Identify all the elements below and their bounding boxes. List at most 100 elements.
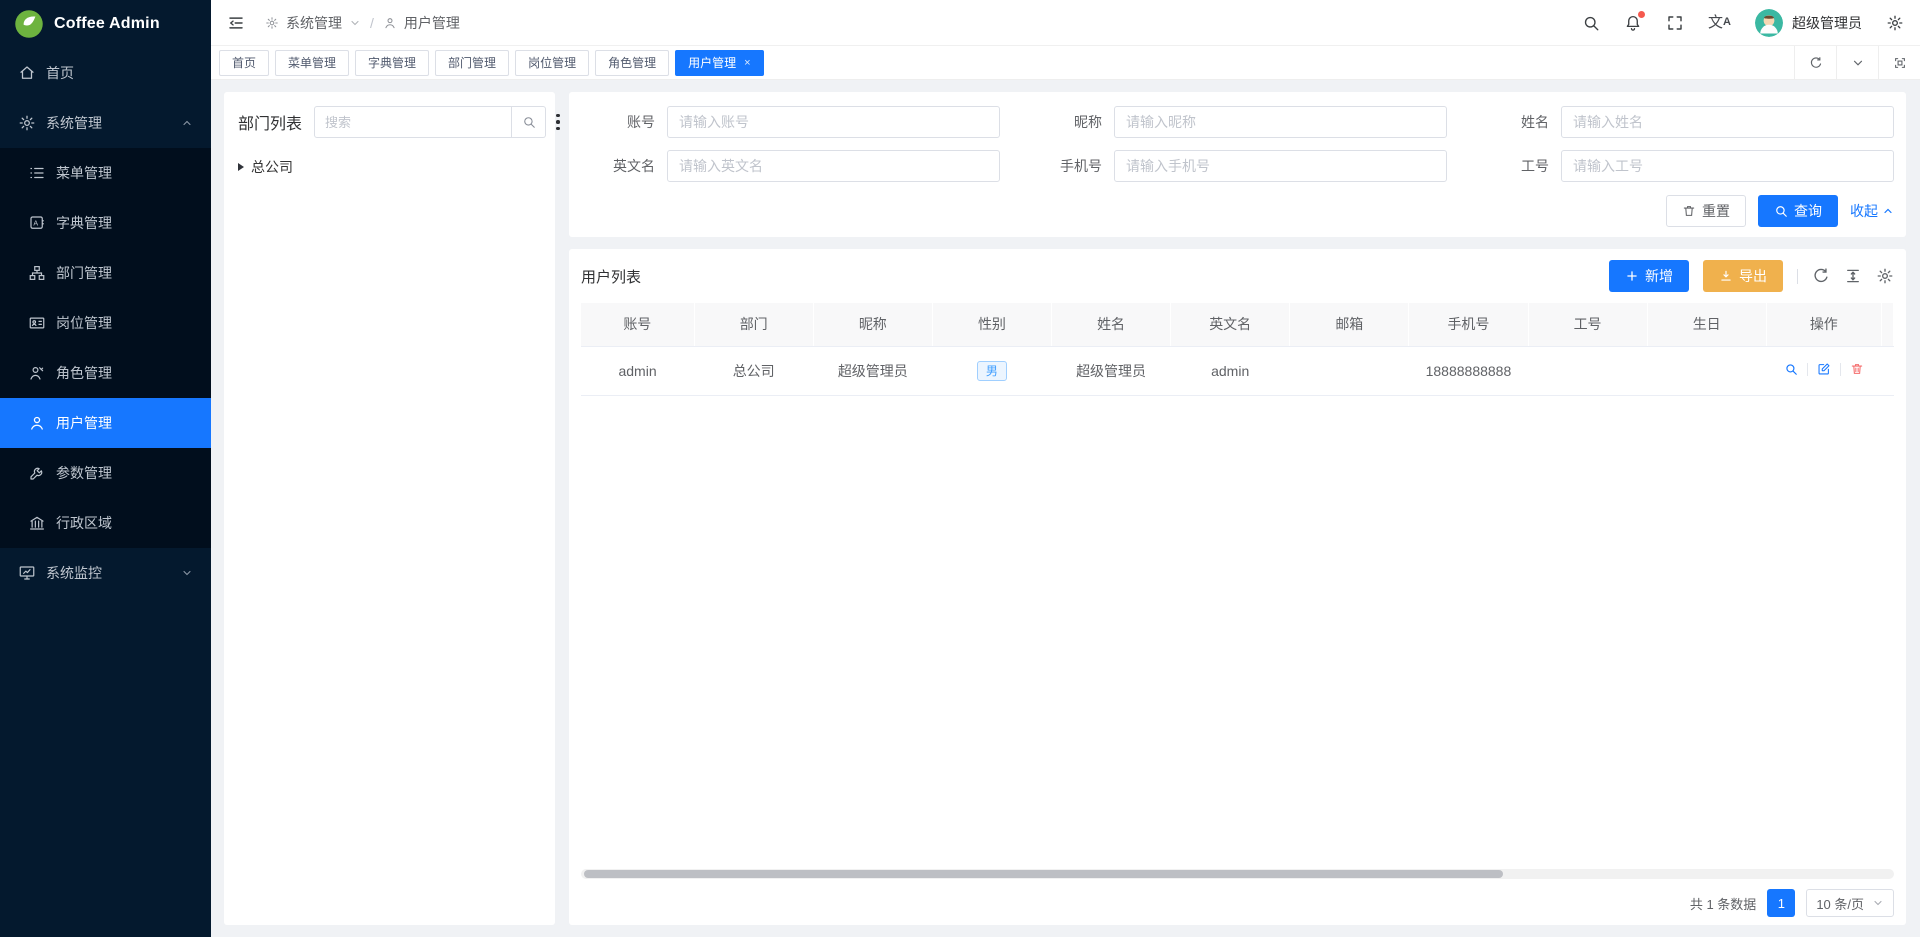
export-button[interactable]: 导出 <box>1703 260 1783 292</box>
view-icon[interactable] <box>1784 362 1798 376</box>
action-divider <box>1807 363 1808 376</box>
cell-birthday <box>1647 346 1766 395</box>
chevron-down-icon[interactable] <box>1836 46 1878 80</box>
column-header-nickname[interactable]: 昵称 <box>813 303 932 346</box>
department-search-input[interactable] <box>314 106 512 138</box>
tab-label: 用户管理 <box>688 54 736 71</box>
cell-department: 总公司 <box>694 346 813 395</box>
column-header-department[interactable]: 部门 <box>694 303 813 346</box>
app-logo-text: Coffee Admin <box>54 15 160 33</box>
row-height-icon[interactable] <box>1844 267 1862 285</box>
sidebar-group-monitor[interactable]: 系统监控 <box>0 548 211 598</box>
sidebar-item-role-mgmt[interactable]: 角色管理 <box>0 348 211 398</box>
breadcrumb-level1[interactable]: 系统管理 <box>286 13 342 33</box>
notification-badge <box>1638 11 1645 18</box>
collapse-form-link[interactable]: 收起 <box>1850 201 1894 221</box>
query-button[interactable]: 查询 <box>1758 195 1838 227</box>
app-logo: Coffee Admin <box>0 0 211 48</box>
translate-icon[interactable]: 文A <box>1708 15 1731 30</box>
sidebar-item-label: 用户管理 <box>56 413 112 433</box>
pagination-page-1[interactable]: 1 <box>1767 889 1795 917</box>
edit-icon[interactable] <box>1817 362 1831 376</box>
notifications-button[interactable] <box>1624 14 1642 32</box>
account-input[interactable] <box>667 106 1000 138</box>
more-options-icon[interactable] <box>556 114 560 131</box>
column-header-birthday[interactable]: 生日 <box>1647 303 1766 346</box>
close-icon[interactable]: × <box>744 57 750 69</box>
add-user-button[interactable]: 新增 <box>1609 260 1689 292</box>
tab-post-mgmt[interactable]: 岗位管理 <box>515 50 589 76</box>
row-actions <box>1784 362 1864 376</box>
user-name: 超级管理员 <box>1792 13 1862 33</box>
department-search-button[interactable] <box>512 106 546 138</box>
monitor-icon <box>18 564 36 582</box>
column-settings-gear-icon[interactable] <box>1876 267 1894 285</box>
horizontal-scrollbar[interactable] <box>581 869 1894 879</box>
gear-icon[interactable] <box>1886 14 1904 32</box>
name-input[interactable] <box>1561 106 1894 138</box>
main-content: 部门列表 总公司 账号 <box>211 80 1920 937</box>
page-size-select[interactable]: 10 条/页 <box>1806 889 1894 917</box>
id-card-icon <box>28 314 46 332</box>
avatar <box>1755 9 1783 37</box>
column-header-name[interactable]: 姓名 <box>1052 303 1171 346</box>
header-actions: 文A 超级管理员 <box>1582 9 1904 37</box>
sidebar-group-system[interactable]: 系统管理 <box>0 98 211 148</box>
tab-user-mgmt[interactable]: 用户管理 × <box>675 50 763 76</box>
chevron-down-icon[interactable] <box>349 17 361 29</box>
table-row[interactable]: admin 总公司 超级管理员 男 超级管理员 admin 1888888888… <box>581 346 1894 395</box>
department-tree: 总公司 <box>238 154 541 180</box>
maximize-icon[interactable] <box>1878 46 1920 80</box>
toolbar-divider <box>1797 269 1798 284</box>
cell-actions <box>1766 346 1881 395</box>
sidebar-item-menu-mgmt[interactable]: 菜单管理 <box>0 148 211 198</box>
gear-icon <box>265 16 279 30</box>
sidebar-item-label: 字典管理 <box>56 213 112 233</box>
tab-dict-mgmt[interactable]: 字典管理 <box>355 50 429 76</box>
column-header-english-name[interactable]: 英文名 <box>1171 303 1290 346</box>
field-label: 工号 <box>1475 156 1561 176</box>
caret-right-icon[interactable] <box>238 163 244 171</box>
english-name-input[interactable] <box>667 150 1000 182</box>
tab-dept-mgmt[interactable]: 部门管理 <box>435 50 509 76</box>
list-icon <box>28 164 46 182</box>
sidebar-item-dict-mgmt[interactable]: A 字典管理 <box>0 198 211 248</box>
sidebar-item-post-mgmt[interactable]: 岗位管理 <box>0 298 211 348</box>
refresh-icon[interactable] <box>1794 46 1836 80</box>
user-table: 账号 部门 昵称 性别 姓名 英文名 邮箱 手机号 工号 生日 操作 <box>581 303 1894 396</box>
nickname-input[interactable] <box>1114 106 1447 138</box>
column-header-phone[interactable]: 手机号 <box>1409 303 1528 346</box>
refresh-icon[interactable] <box>1812 267 1830 285</box>
tab-role-mgmt[interactable]: 角色管理 <box>595 50 669 76</box>
search-form-actions: 重置 查询 收起 <box>581 195 1894 227</box>
fullscreen-icon[interactable] <box>1666 14 1684 32</box>
collapse-sidebar-icon[interactable] <box>227 14 245 32</box>
delete-icon[interactable] <box>1850 362 1864 376</box>
cell-gender: 男 <box>932 346 1051 395</box>
sidebar-item-param-mgmt[interactable]: 参数管理 <box>0 448 211 498</box>
user-icon <box>383 16 397 30</box>
search-icon[interactable] <box>1582 14 1600 32</box>
sidebar-item-home[interactable]: 首页 <box>0 48 211 98</box>
svg-text:A: A <box>33 220 38 228</box>
user-menu[interactable]: 超级管理员 <box>1755 9 1862 37</box>
app-logo-icon <box>14 9 44 39</box>
column-header-work-no[interactable]: 工号 <box>1528 303 1647 346</box>
tab-home[interactable]: 首页 <box>219 50 269 76</box>
work-no-input[interactable] <box>1561 150 1894 182</box>
sidebar-item-user-mgmt[interactable]: 用户管理 <box>0 398 211 448</box>
sidebar-item-dept-mgmt[interactable]: 部门管理 <box>0 248 211 298</box>
tab-menu-mgmt[interactable]: 菜单管理 <box>275 50 349 76</box>
column-header-gender[interactable]: 性别 <box>932 303 1051 346</box>
chevron-down-icon <box>181 567 193 579</box>
reset-button[interactable]: 重置 <box>1666 195 1746 227</box>
phone-input[interactable] <box>1114 150 1447 182</box>
column-header-email[interactable]: 邮箱 <box>1290 303 1409 346</box>
scrollbar-thumb[interactable] <box>584 870 1503 878</box>
sidebar-item-region[interactable]: 行政区域 <box>0 498 211 548</box>
tree-node-root[interactable]: 总公司 <box>238 154 541 180</box>
department-panel-title: 部门列表 <box>238 110 302 134</box>
plus-icon <box>1625 269 1639 283</box>
scrollbar-gutter <box>1881 303 1893 346</box>
column-header-account[interactable]: 账号 <box>581 303 694 346</box>
